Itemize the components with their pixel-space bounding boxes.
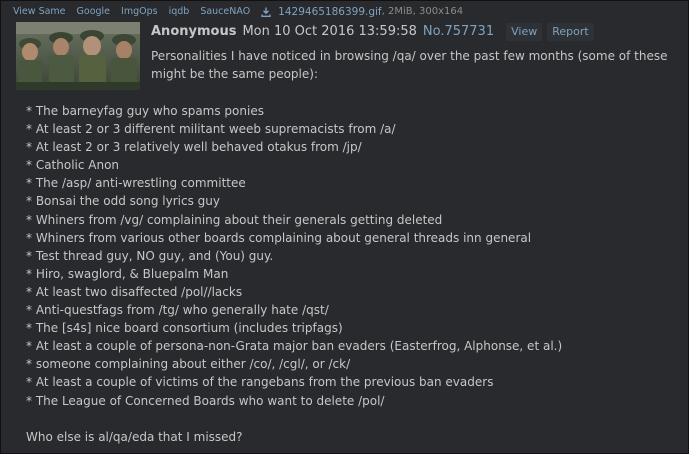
list-item: * The League of Concerned Boards who wan… (26, 393, 385, 408)
list-item: * Whiners from /vg/ complaining about th… (26, 212, 443, 227)
post-thumbnail[interactable] (16, 22, 140, 90)
list-item: * At least a couple of victims of the ra… (26, 375, 494, 390)
view-button[interactable]: View (506, 23, 543, 41)
list-item: * At least 2 or 3 relatively well behave… (26, 140, 362, 155)
view-same-link[interactable]: View Same (13, 5, 66, 19)
list-item: * The /asp/ anti-wrestling committee (26, 176, 246, 191)
thumbnail-image (16, 22, 140, 90)
personalities-list: * The barneyfag guy who spams ponies * A… (26, 102, 676, 410)
file-info: , 2MiB, 300x164 (381, 6, 464, 17)
list-item: * Test thread guy, NO guy, and (You) guy… (26, 248, 274, 263)
list-item: * Catholic Anon (26, 158, 120, 173)
list-item: * At least two disaffected /pol//lacks (26, 284, 243, 299)
list-item: * The [s4s] nice board consortium (inclu… (26, 321, 343, 336)
list-item: * someone complaining about either /co/,… (26, 357, 351, 372)
saucenao-link[interactable]: SauceNAO (200, 5, 250, 19)
post-message: Personalities I have noticed in browsing… (151, 47, 681, 83)
report-button[interactable]: Report (547, 23, 594, 41)
post-date: Mon 10 Oct 2016 13:59:58 (242, 24, 417, 39)
post-header: Anonymous Mon 10 Oct 2016 13:59:58 No.75… (151, 23, 599, 41)
file-name-link[interactable]: 1429465186399.gif (278, 5, 381, 19)
list-item: * At least a couple of persona-non-Grata… (26, 339, 563, 354)
post-number-link[interactable]: No.757731 (423, 23, 494, 41)
poster-name: Anonymous (151, 24, 237, 39)
list-item: * Bonsai the odd song lyrics guy (26, 194, 220, 209)
list-item: * Whiners from various other boards comp… (26, 230, 532, 245)
list-item: * Hiro, swaglord, & Bluepalm Man (26, 266, 229, 281)
imgops-link[interactable]: ImgOps (121, 5, 158, 19)
iqdb-link[interactable]: iqdb (169, 5, 190, 19)
post-container: View Same Google ImgOps iqdb SauceNAO 14… (0, 0, 689, 454)
list-item: * At least 2 or 3 different militant wee… (26, 122, 396, 137)
file-bar: View Same Google ImgOps iqdb SauceNAO 14… (13, 5, 463, 19)
post-intro: Personalities I have noticed in browsing… (151, 49, 668, 81)
download-icon[interactable] (261, 7, 271, 17)
list-item: * Anti-questfags from /tg/ who generally… (26, 303, 329, 318)
google-link[interactable]: Google (77, 5, 111, 19)
list-item: * The barneyfag guy who spams ponies (26, 104, 264, 118)
post-closing-question: Who else is al/qa/eda that I missed? (26, 430, 243, 444)
